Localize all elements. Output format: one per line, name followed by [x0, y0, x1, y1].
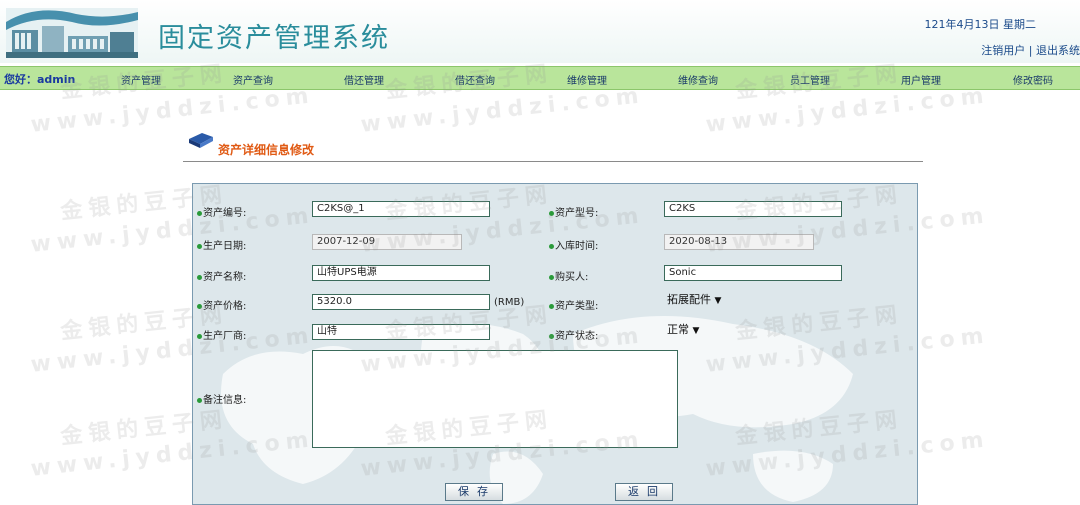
nav-item-user-management[interactable]: 用户管理: [901, 72, 941, 87]
watermark-en: www.jyddzi.com: [704, 83, 991, 138]
logout-user-link[interactable]: 注销用户: [981, 44, 1025, 57]
nav-item-repair-query[interactable]: 维修查询: [678, 72, 718, 87]
nav-item-asset-query[interactable]: 资产查询: [233, 72, 273, 87]
back-button[interactable]: 返回: [615, 483, 673, 501]
nav-item-borrow-query[interactable]: 借还查询: [455, 72, 495, 87]
asset-model-input[interactable]: [664, 201, 842, 217]
nav-item-repair-management[interactable]: 维修管理: [567, 72, 607, 87]
storage-date-label: 入库时间:: [549, 237, 598, 252]
bullet-dot-icon: [549, 274, 554, 280]
asset-type-select[interactable]: 拓展配件 ▼: [665, 292, 723, 308]
asset-price-label: 资产价格:: [197, 297, 246, 312]
bullet-dot-icon: [549, 303, 554, 309]
watermark-en: www.jyddzi.com: [29, 83, 316, 138]
asset-status-select[interactable]: 正常 ▼: [665, 322, 701, 338]
bullet-dot-icon: [549, 243, 554, 249]
nav-item-borrow-management[interactable]: 借还管理: [344, 72, 384, 87]
asset-price-input[interactable]: [312, 294, 490, 310]
notes-label: 备注信息:: [197, 391, 246, 406]
bullet-dot-icon: [197, 397, 202, 403]
save-button[interactable]: 保存: [445, 483, 503, 501]
notes-textarea[interactable]: [312, 350, 678, 448]
asset-name-label: 资产名称:: [197, 268, 246, 283]
buyer-label: 购买人:: [549, 268, 588, 283]
asset-type-label: 资产类型:: [549, 297, 598, 312]
book-icon: [189, 133, 213, 148]
asset-status-label: 资产状态:: [549, 327, 598, 342]
current-date: 121年4月13日 星期二: [924, 18, 1037, 31]
buyer-input[interactable]: [664, 265, 842, 281]
link-separator: |: [1028, 44, 1033, 57]
bullet-dot-icon: [197, 274, 202, 280]
bullet-dot-icon: [197, 243, 202, 249]
bullet-dot-icon: [549, 333, 554, 339]
asset-name-input[interactable]: [312, 265, 490, 281]
manufacturer-label: 生产厂商:: [197, 327, 246, 342]
nav-item-change-password[interactable]: 修改密码: [1013, 72, 1053, 87]
exit-system-link[interactable]: 退出系统: [1036, 44, 1080, 57]
section-title: 资产详细信息修改: [218, 143, 315, 157]
storage-date-input[interactable]: [664, 234, 814, 250]
bullet-dot-icon: [197, 333, 202, 339]
building-logo-icon: [6, 8, 138, 58]
main-nav-bar: 您好：admin 资产管理 资产查询 借还管理 借还查询 维修管理 维修查询 员…: [0, 66, 1080, 90]
section-divider: [183, 161, 923, 162]
manufacturer-input[interactable]: [312, 324, 490, 340]
production-date-label: 生产日期:: [197, 237, 246, 252]
production-date-input[interactable]: [312, 234, 462, 250]
bullet-dot-icon: [197, 303, 202, 309]
watermark-en: www.jyddzi.com: [359, 83, 646, 138]
asset-model-label: 资产型号:: [549, 204, 598, 219]
chevron-down-icon: ▼: [692, 326, 700, 336]
user-greeting: 您好：admin: [4, 73, 76, 86]
top-links: 注销用户 | 退出系统: [981, 42, 1080, 58]
price-unit: (RMB): [494, 297, 525, 308]
world-map-background: [193, 184, 917, 504]
system-title: 固定资产管理系统: [158, 23, 390, 54]
asset-edit-form: 资产编号: 资产型号: 生产日期: 入库时间: 资产名称: 购买人: 资产价格:…: [192, 183, 918, 505]
header-banner: 固定资产管理系统 121年4月13日 星期二 注销用户 | 退出系统: [0, 0, 1080, 63]
chevron-down-icon: ▼: [714, 296, 722, 306]
bullet-dot-icon: [197, 210, 202, 216]
nav-item-asset-management[interactable]: 资产管理: [121, 72, 161, 87]
nav-item-employee-management[interactable]: 员工管理: [790, 72, 830, 87]
asset-no-label: 资产编号:: [197, 204, 246, 219]
asset-no-input[interactable]: [312, 201, 490, 217]
bullet-dot-icon: [549, 210, 554, 216]
